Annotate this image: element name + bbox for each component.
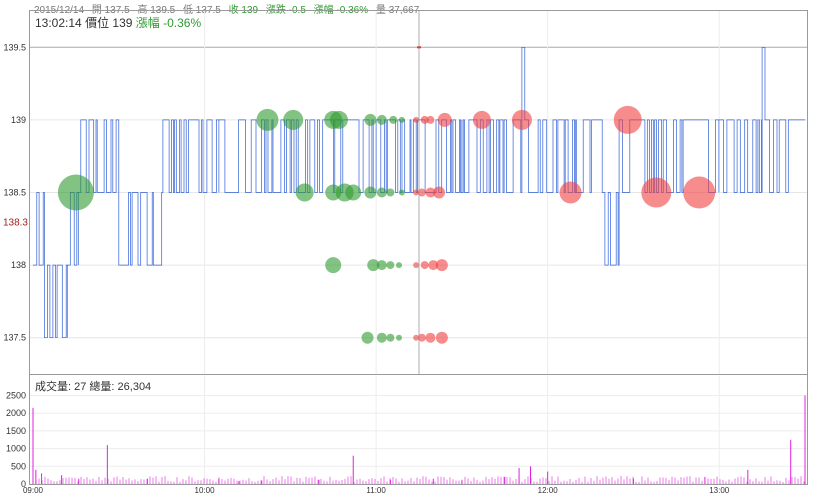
volume-tick-label: 2500 [6,391,26,401]
time-tick-label: 10:00 [195,486,216,494]
time-tick-label: 09:00 [23,486,44,494]
volume-tick-label: 2000 [6,408,26,418]
price-tick-label: 138.5 [3,188,26,198]
price-tick-label: 139 [11,115,26,125]
time-tick-label: 11:00 [366,486,386,494]
volume-tick-label: 500 [11,461,26,471]
reference-price-label: 138.3 [3,218,28,229]
crosshair-time: 13:02:14 [35,16,82,30]
volume-tick-label: 0 [21,479,26,489]
price-tick-label: 137.5 [3,333,26,343]
volume-tick-label: 1000 [6,444,26,454]
volume-tick-label: 1500 [6,426,26,436]
crosshair-info: 13:02:14 價位 139 漲幅 -0.36% [35,14,201,31]
volume-info: 成交量: 27 總量: 26,304 [35,378,151,394]
price-tick-label: 139.5 [3,42,26,52]
trade-volume: 成交量: 27 [35,381,87,393]
price-panel [29,10,808,375]
total-volume: 總量: 26,304 [89,381,152,393]
time-tick-label: 12:00 [538,486,559,494]
price-tick-label: 138 [11,260,26,270]
crosshair-price: 價位 139 [85,16,133,30]
crosshair-change: 漲幅 -0.36% [135,16,202,30]
time-tick-label: 13:00 [709,486,730,494]
